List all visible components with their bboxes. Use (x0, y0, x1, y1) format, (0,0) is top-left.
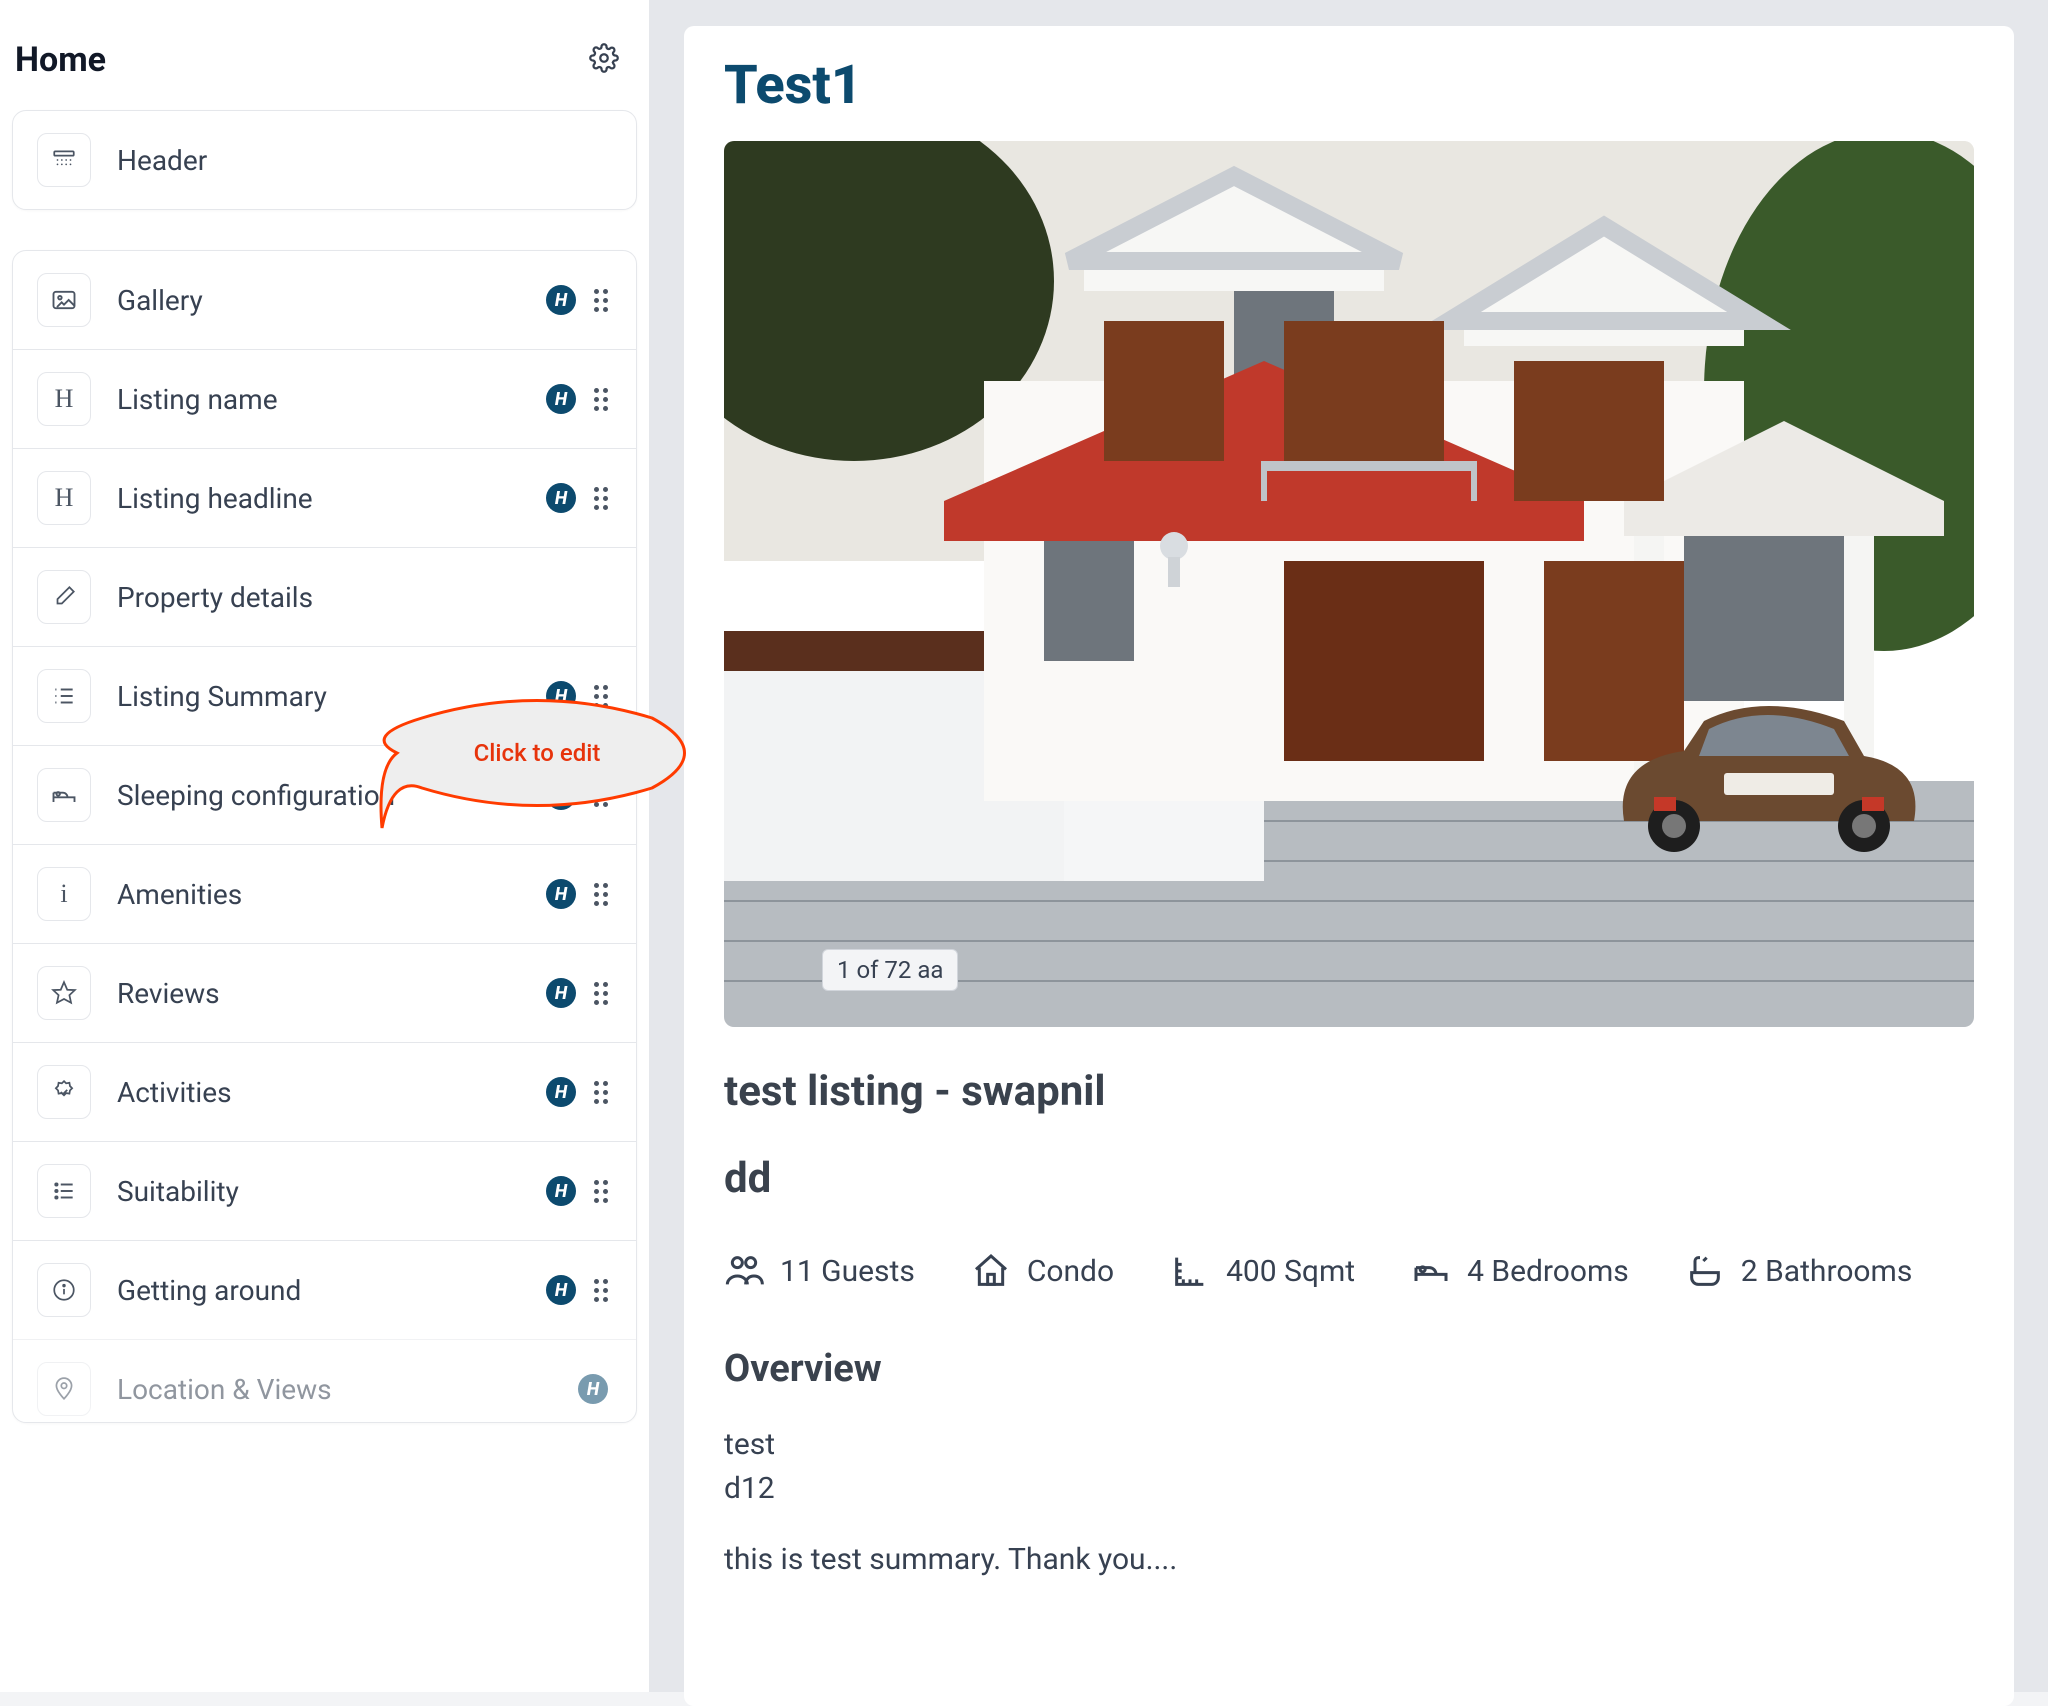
sidebar-item-label: Property details (117, 581, 612, 614)
sidebar-item-listing-name[interactable]: H Listing name H (13, 349, 636, 448)
h-badge-icon[interactable]: H (546, 879, 576, 909)
sidebar-item-suitability[interactable]: Suitability H (13, 1141, 636, 1240)
sidebar-item-label: Listing Summary (117, 680, 612, 713)
image-counter: 1 of 72 aa (822, 949, 958, 991)
sidebar-item-listing-headline[interactable]: H Listing headline H (13, 448, 636, 547)
stat-area: 400 Sqmt (1170, 1251, 1355, 1291)
sidebar-item-label: Getting around (117, 1274, 612, 1307)
pin-icon (37, 1362, 91, 1416)
sidebar-title: Home (15, 40, 106, 80)
h-badge-icon[interactable]: H (546, 285, 576, 315)
drag-handle-icon[interactable] (594, 685, 608, 708)
h-badge-icon[interactable]: H (546, 1275, 576, 1305)
h-icon: H (37, 471, 91, 525)
overview-line: this is test summary. Thank you.... (724, 1538, 1974, 1582)
sidebar-item-label: Listing name (117, 383, 612, 416)
info-icon: i (37, 867, 91, 921)
sidebar-item-label: Sleeping configuration (117, 779, 612, 812)
sidebar-item-location-views[interactable]: Location & Views H (13, 1339, 636, 1422)
overview-title: Overview (724, 1347, 1974, 1391)
ruler-icon (1170, 1251, 1210, 1291)
drag-handle-icon[interactable] (594, 982, 608, 1005)
overview-body: test d12 this is test summary. Thank you… (724, 1423, 1974, 1582)
header-box-icon (37, 133, 91, 187)
stat-label: Condo (1027, 1254, 1114, 1289)
h-badge-icon[interactable]: H (546, 681, 576, 711)
h-badge-icon[interactable]: H (546, 483, 576, 513)
h-badge-icon[interactable]: H (546, 978, 576, 1008)
main-area: Test1 (650, 0, 2048, 1692)
h-badge-icon[interactable]: H (578, 1374, 608, 1404)
drag-handle-icon[interactable] (594, 388, 608, 411)
drag-handle-icon[interactable] (594, 289, 608, 312)
home-icon (971, 1251, 1011, 1291)
h-icon: H (37, 372, 91, 426)
sidebar-item-amenities[interactable]: i Amenities H (13, 844, 636, 943)
sidebar-item-label: Gallery (117, 284, 612, 317)
sidebar-item-getting-around[interactable]: Getting around H (13, 1240, 636, 1339)
h-badge-icon[interactable]: H (546, 384, 576, 414)
star-icon (37, 966, 91, 1020)
list-icon (37, 1164, 91, 1218)
drag-handle-icon[interactable] (594, 1279, 608, 1302)
drag-handle-icon[interactable] (594, 784, 608, 807)
stat-label: 4 Bedrooms (1467, 1254, 1629, 1289)
sidebar-item-gallery[interactable]: Gallery H (13, 251, 636, 349)
listing-heading: test listing - swapnil (724, 1067, 1974, 1116)
settings-button[interactable] (589, 43, 619, 77)
overview-line: d12 (724, 1467, 1974, 1511)
sidebar-header: Home (0, 40, 649, 110)
h-badge-icon[interactable]: H (546, 1176, 576, 1206)
sidebar-item-label: Suitability (117, 1175, 612, 1208)
gear-icon (589, 43, 619, 73)
stat-label: 2 Bathrooms (1741, 1254, 1913, 1289)
sidebar-item-property-details[interactable]: Property details (13, 547, 636, 646)
sidebar-item-label: Header (117, 144, 612, 177)
sidebar-item-label: Reviews (117, 977, 612, 1010)
drag-handle-icon[interactable] (594, 1180, 608, 1203)
sidebar-item-reviews[interactable]: Reviews H (13, 943, 636, 1042)
stat-bathrooms: 2 Bathrooms (1685, 1251, 1913, 1291)
sidebar-item-listing-summary[interactable]: Listing Summary H (13, 646, 636, 745)
bed-icon (1411, 1251, 1451, 1291)
stat-label: 400 Sqmt (1226, 1254, 1355, 1289)
sidebar-item-sleeping[interactable]: Sleeping configuration H (13, 745, 636, 844)
overview-line: test (724, 1423, 1974, 1467)
h-badge-icon[interactable]: H (546, 780, 576, 810)
content-card: Test1 (684, 26, 2014, 1706)
stat-guests: 11 Guests (724, 1251, 915, 1291)
drag-handle-icon[interactable] (594, 1081, 608, 1104)
check-badge-icon (37, 1065, 91, 1119)
info-circle-icon (37, 1263, 91, 1317)
bed-icon (37, 768, 91, 822)
sidebar-header-card[interactable]: Header (12, 110, 637, 210)
stats-row: 11 Guests Condo 400 Sqmt 4 Bedrooms 2 Ba… (724, 1251, 1974, 1291)
sidebar-item-label: Listing headline (117, 482, 612, 515)
sidebar-list: Gallery H H Listing name H H Listing hea… (12, 250, 637, 1423)
hero-image[interactable]: 1 of 72 aa (724, 141, 1974, 1027)
stat-bedrooms: 4 Bedrooms (1411, 1251, 1629, 1291)
sidebar-item-label: Location & Views (117, 1373, 612, 1406)
guests-icon (724, 1251, 764, 1291)
page-title: Test1 (724, 54, 1974, 117)
gallery-icon (37, 273, 91, 327)
h-badge-icon[interactable]: H (546, 1077, 576, 1107)
stat-label: 11 Guests (780, 1254, 915, 1289)
list-icon (37, 669, 91, 723)
listing-subhead: dd (724, 1154, 1974, 1203)
sidebar-item-label: Amenities (117, 878, 612, 911)
pencil-icon (37, 570, 91, 624)
sidebar-item-label: Activities (117, 1076, 612, 1109)
sidebar: Home Header Gallery H (0, 0, 650, 1692)
drag-handle-icon[interactable] (594, 883, 608, 906)
sidebar-item-activities[interactable]: Activities H (13, 1042, 636, 1141)
stat-type: Condo (971, 1251, 1114, 1291)
bath-icon (1685, 1251, 1725, 1291)
drag-handle-icon[interactable] (594, 487, 608, 510)
